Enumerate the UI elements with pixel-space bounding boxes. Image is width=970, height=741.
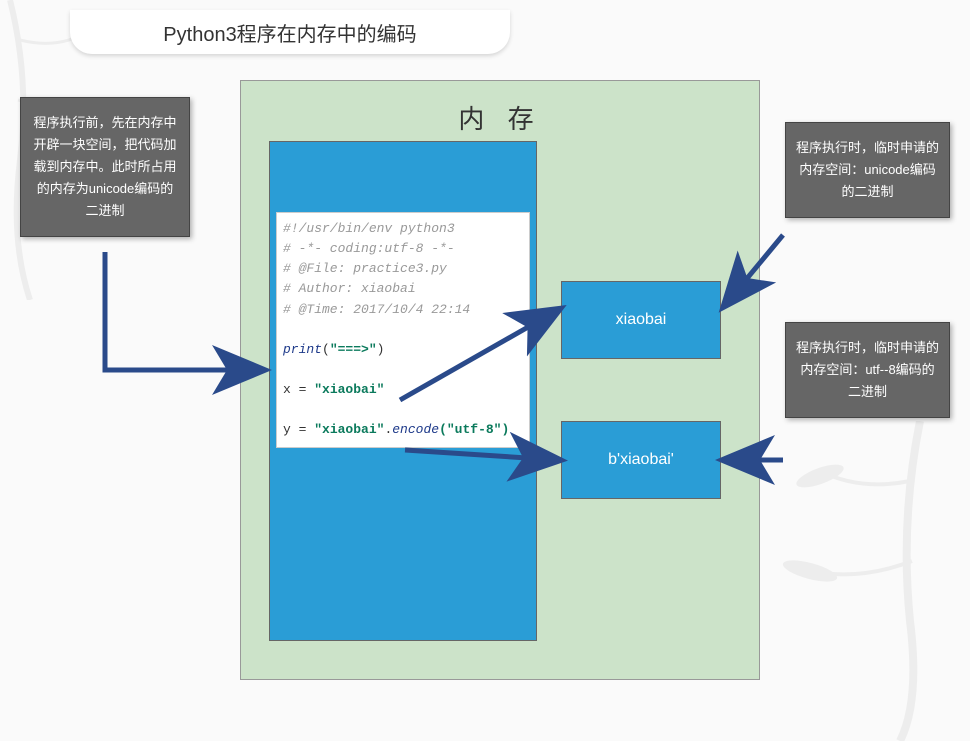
info-left-text: 程序执行前，先在内存中开辟一块空间，把代码加载到内存中。此时所占用的内存为uni…	[33, 115, 176, 218]
title-bar: Python3程序在内存中的编码	[70, 10, 510, 54]
code-print-arg: "===>"	[330, 342, 377, 357]
value-box-utf8: b'xiaobai'	[561, 421, 721, 499]
code-comment-4: # Author: xiaobai	[283, 281, 416, 296]
code-comment-3: # @File: practice3.py	[283, 261, 447, 276]
value-utf8-text: b'xiaobai'	[608, 451, 674, 469]
info-box-right-2: 程序执行时，临时申请的内存空间：utf--8编码的二进制	[785, 322, 950, 418]
code-y-arg: ("utf-8")	[439, 422, 509, 437]
code-x-lhs: x =	[283, 382, 314, 397]
info-r1-text: 程序执行时，临时申请的内存空间：unicode编码的二进制	[796, 140, 939, 199]
info-box-right-1: 程序执行时，临时申请的内存空间：unicode编码的二进制	[785, 122, 950, 218]
memory-heading: 内 存	[241, 81, 759, 146]
code-y-val: "xiaobai"	[314, 422, 384, 437]
code-comment-5: # @Time: 2017/10/4 22:14	[283, 302, 470, 317]
info-box-left: 程序执行前，先在内存中开辟一块空间，把代码加载到内存中。此时所占用的内存为uni…	[20, 97, 190, 237]
code-comment-1: #!/usr/bin/env python3	[283, 221, 455, 236]
code-block: #!/usr/bin/env python3 # -*- coding:utf-…	[276, 212, 530, 448]
code-y-encode: encode	[392, 422, 439, 437]
value-box-unicode: xiaobai	[561, 281, 721, 359]
code-print-fn: print	[283, 342, 322, 357]
memory-panel: 内 存 #!/usr/bin/env python3 # -*- coding:…	[240, 80, 760, 680]
code-x-val: "xiaobai"	[314, 382, 384, 397]
value-unicode-text: xiaobai	[616, 311, 667, 329]
page-title: Python3程序在内存中的编码	[163, 18, 416, 47]
code-comment-2: # -*- coding:utf-8 -*-	[283, 241, 455, 256]
code-panel: #!/usr/bin/env python3 # -*- coding:utf-…	[269, 141, 537, 641]
code-y-lhs: y =	[283, 422, 314, 437]
info-r2-text: 程序执行时，临时申请的内存空间：utf--8编码的二进制	[796, 340, 939, 399]
